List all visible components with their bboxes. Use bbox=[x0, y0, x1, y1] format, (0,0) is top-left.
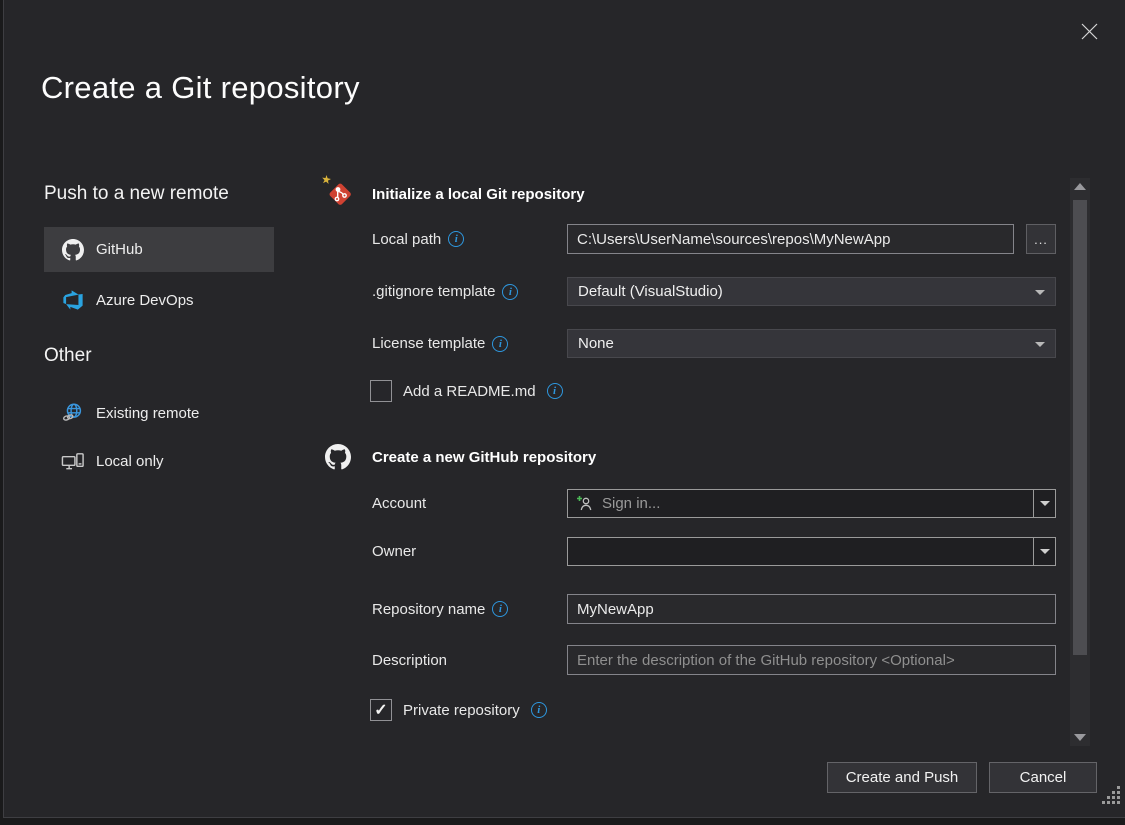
close-button[interactable] bbox=[1073, 16, 1105, 46]
owner-dropdown-button[interactable] bbox=[1033, 538, 1055, 565]
sidebar-item-azure-devops[interactable]: Azure DevOps bbox=[44, 281, 274, 319]
init-section-heading: Initialize a local Git repository bbox=[372, 186, 585, 203]
repository-name-row: Repository name i bbox=[372, 594, 1056, 624]
description-input[interactable] bbox=[577, 652, 1046, 669]
readme-label: Add a README.md bbox=[403, 383, 536, 400]
readme-checkbox[interactable] bbox=[370, 380, 392, 402]
owner-row: Owner bbox=[372, 537, 1056, 566]
description-label: Description bbox=[372, 652, 447, 669]
chevron-down-icon bbox=[1035, 290, 1045, 295]
triangle-up-icon bbox=[1074, 183, 1086, 190]
git-init-icon bbox=[321, 175, 359, 218]
sidebar-item-azure-devops-label: Azure DevOps bbox=[96, 292, 194, 309]
scroll-down-button[interactable] bbox=[1070, 729, 1090, 746]
sidebar-item-existing-remote[interactable]: Existing remote bbox=[44, 393, 274, 433]
computer-icon bbox=[61, 449, 85, 473]
info-icon[interactable]: i bbox=[531, 702, 547, 718]
resize-grip[interactable] bbox=[1102, 786, 1121, 810]
info-icon[interactable]: i bbox=[492, 601, 508, 617]
repository-name-input[interactable] bbox=[577, 601, 1046, 618]
owner-label: Owner bbox=[372, 543, 416, 560]
repository-name-label: Repository name bbox=[372, 601, 485, 618]
gitignore-dropdown[interactable]: Default (VisualStudio) bbox=[567, 277, 1056, 306]
sparkle-shape bbox=[322, 175, 331, 184]
push-remote-heading: Push to a new remote bbox=[44, 183, 229, 205]
checkmark-icon: ✓ bbox=[374, 700, 387, 720]
account-signin-text: Sign in... bbox=[602, 495, 660, 512]
account-combo[interactable]: Sign in... bbox=[567, 489, 1056, 518]
local-path-row: Local path i ... bbox=[372, 224, 1056, 254]
dialog-title: Create a Git repository bbox=[41, 70, 360, 106]
github-icon bbox=[325, 444, 351, 475]
chevron-down-icon bbox=[1035, 342, 1045, 347]
close-icon bbox=[1081, 23, 1098, 40]
private-repository-label: Private repository bbox=[403, 702, 520, 719]
gitignore-dropdown-value: Default (VisualStudio) bbox=[578, 283, 723, 300]
description-field[interactable] bbox=[567, 645, 1056, 675]
local-path-field[interactable] bbox=[567, 224, 1014, 254]
chevron-down-icon bbox=[1040, 501, 1050, 506]
license-dropdown[interactable]: None bbox=[567, 329, 1056, 358]
sidebar-item-github-label: GitHub bbox=[96, 241, 143, 258]
account-label: Account bbox=[372, 495, 426, 512]
cancel-button[interactable]: Cancel bbox=[989, 762, 1097, 793]
gitignore-row: .gitignore template i Default (VisualStu… bbox=[372, 277, 1056, 306]
info-icon[interactable]: i bbox=[547, 383, 563, 399]
other-heading: Other bbox=[44, 345, 92, 367]
private-repository-row: ✓ Private repository i bbox=[370, 699, 547, 721]
sidebar-item-local-only[interactable]: Local only bbox=[44, 441, 274, 481]
account-dropdown-button[interactable] bbox=[1033, 490, 1055, 517]
license-dropdown-value: None bbox=[578, 335, 614, 352]
scroll-up-button[interactable] bbox=[1070, 178, 1090, 195]
info-icon[interactable]: i bbox=[502, 284, 518, 300]
private-repository-checkbox[interactable]: ✓ bbox=[370, 699, 392, 721]
azure-devops-icon bbox=[61, 288, 85, 312]
create-and-push-button[interactable]: Create and Push bbox=[827, 762, 977, 793]
github-section-heading: Create a new GitHub repository bbox=[372, 449, 596, 466]
browse-button[interactable]: ... bbox=[1026, 224, 1056, 254]
description-row: Description bbox=[372, 645, 1056, 675]
owner-combo[interactable] bbox=[567, 537, 1056, 566]
sidebar-item-github[interactable]: GitHub bbox=[44, 227, 274, 272]
readme-row: Add a README.md i bbox=[370, 380, 563, 402]
repository-name-field[interactable] bbox=[567, 594, 1056, 624]
account-row: Account Sign in... bbox=[372, 489, 1056, 518]
globe-link-icon bbox=[61, 401, 85, 425]
scrollbar-thumb[interactable] bbox=[1073, 200, 1087, 655]
github-icon bbox=[61, 238, 85, 262]
local-path-input[interactable] bbox=[577, 231, 1004, 248]
license-label: License template bbox=[372, 335, 485, 352]
info-icon[interactable]: i bbox=[448, 231, 464, 247]
add-user-icon bbox=[576, 495, 593, 512]
create-git-repository-dialog: Create a Git repository Push to a new re… bbox=[3, 0, 1125, 818]
sidebar-item-existing-remote-label: Existing remote bbox=[96, 405, 199, 422]
chevron-down-icon bbox=[1040, 549, 1050, 554]
local-path-label: Local path bbox=[372, 231, 441, 248]
triangle-down-icon bbox=[1074, 734, 1086, 741]
info-icon[interactable]: i bbox=[492, 336, 508, 352]
license-row: License template i None bbox=[372, 329, 1056, 358]
sidebar-item-local-only-label: Local only bbox=[96, 453, 164, 470]
gitignore-label: .gitignore template bbox=[372, 283, 495, 300]
vertical-scrollbar[interactable] bbox=[1070, 178, 1090, 746]
